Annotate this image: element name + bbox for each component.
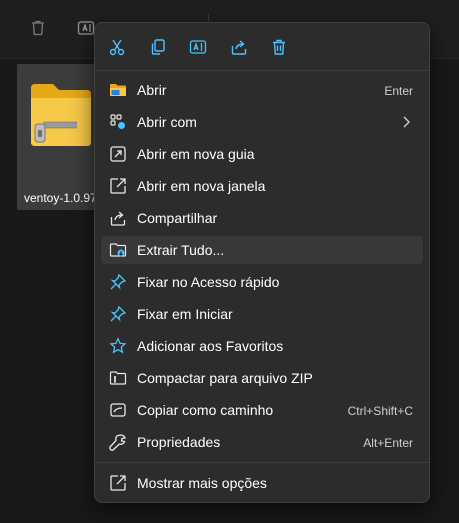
open-with-icon bbox=[110, 114, 125, 129]
zip-folder-icon bbox=[31, 84, 91, 146]
trash-icon bbox=[273, 39, 285, 55]
menu-item-label: Propriedades bbox=[137, 434, 221, 450]
share-button[interactable] bbox=[227, 35, 251, 59]
new-tab-icon bbox=[110, 146, 126, 162]
folder-open-icon bbox=[110, 84, 126, 96]
pin-icon bbox=[110, 305, 127, 322]
context-menu: Abrir Enter Abrir com Abrir em nova guia… bbox=[94, 22, 430, 503]
rename-icon bbox=[189, 40, 207, 54]
trash-icon[interactable] bbox=[28, 18, 48, 38]
menu-item-label: Abrir em nova guia bbox=[137, 146, 255, 162]
star-icon bbox=[109, 337, 127, 354]
menu-divider bbox=[95, 70, 429, 71]
zip-icon bbox=[109, 371, 127, 385]
menu-item-label: Adicionar aos Favoritos bbox=[137, 338, 284, 354]
menu-item-shortcut: Ctrl+Shift+C bbox=[347, 404, 413, 418]
menu-item-label: Abrir bbox=[137, 82, 167, 98]
menu-item-label: Mostrar mais opções bbox=[137, 475, 267, 491]
menu-item-fixar-acesso-rapido[interactable]: Fixar no Acesso rápido bbox=[101, 268, 423, 296]
more-options-icon bbox=[110, 475, 126, 491]
menu-item-nova-guia[interactable]: Abrir em nova guia bbox=[101, 140, 423, 168]
menu-item-abrir-com[interactable]: Abrir com bbox=[101, 108, 423, 136]
cut-button[interactable] bbox=[105, 35, 129, 59]
menu-item-abrir[interactable]: Abrir Enter bbox=[101, 76, 423, 104]
chevron-right-icon bbox=[403, 116, 410, 128]
menu-item-copiar-caminho[interactable]: Copiar como caminho Ctrl+Shift+C bbox=[101, 396, 423, 424]
wrench-icon bbox=[109, 434, 126, 451]
share-icon bbox=[231, 40, 247, 55]
menu-divider bbox=[95, 462, 429, 463]
menu-item-label: Compactar para arquivo ZIP bbox=[137, 370, 313, 386]
menu-item-fixar-iniciar[interactable]: Fixar em Iniciar bbox=[101, 300, 423, 328]
menu-item-label: Compartilhar bbox=[137, 210, 218, 226]
menu-item-shortcut: Alt+Enter bbox=[363, 436, 413, 450]
menu-item-nova-janela[interactable]: Abrir em nova janela bbox=[101, 172, 423, 200]
quick-actions-bar bbox=[95, 23, 429, 71]
pin-icon bbox=[110, 273, 127, 290]
copy-path-icon bbox=[110, 403, 126, 417]
file-item-selected[interactable] bbox=[17, 64, 103, 210]
menu-item-label: Abrir em nova janela bbox=[137, 178, 266, 194]
delete-button[interactable] bbox=[267, 35, 291, 59]
rename-button[interactable] bbox=[186, 35, 210, 59]
menu-item-mais-opcoes[interactable]: Mostrar mais opções bbox=[101, 469, 423, 497]
new-window-icon bbox=[110, 178, 126, 194]
menu-item-compartilhar[interactable]: Compartilhar bbox=[101, 204, 423, 232]
menu-item-compactar-zip[interactable]: Compactar para arquivo ZIP bbox=[101, 364, 423, 392]
copy-button[interactable] bbox=[146, 35, 170, 59]
menu-item-label: Extrair Tudo... bbox=[137, 242, 225, 258]
menu-item-propriedades[interactable]: Propriedades Alt+Enter bbox=[101, 428, 423, 456]
share-icon bbox=[110, 211, 126, 226]
menu-item-label: Abrir com bbox=[137, 114, 197, 130]
menu-item-label: Copiar como caminho bbox=[137, 402, 274, 418]
menu-item-label: Fixar no Acesso rápido bbox=[137, 274, 280, 290]
scissors-icon bbox=[109, 39, 125, 56]
rename-icon[interactable] bbox=[76, 18, 96, 38]
menu-item-label: Fixar em Iniciar bbox=[137, 306, 233, 322]
copy-icon bbox=[151, 39, 165, 55]
menu-item-favoritos[interactable]: Adicionar aos Favoritos bbox=[101, 332, 423, 360]
menu-item-shortcut: Enter bbox=[384, 84, 413, 98]
menu-item-extrair-tudo[interactable]: Extrair Tudo... bbox=[101, 236, 423, 264]
file-name: ventoy-1.0.97 bbox=[24, 191, 97, 205]
extract-icon bbox=[109, 243, 127, 257]
